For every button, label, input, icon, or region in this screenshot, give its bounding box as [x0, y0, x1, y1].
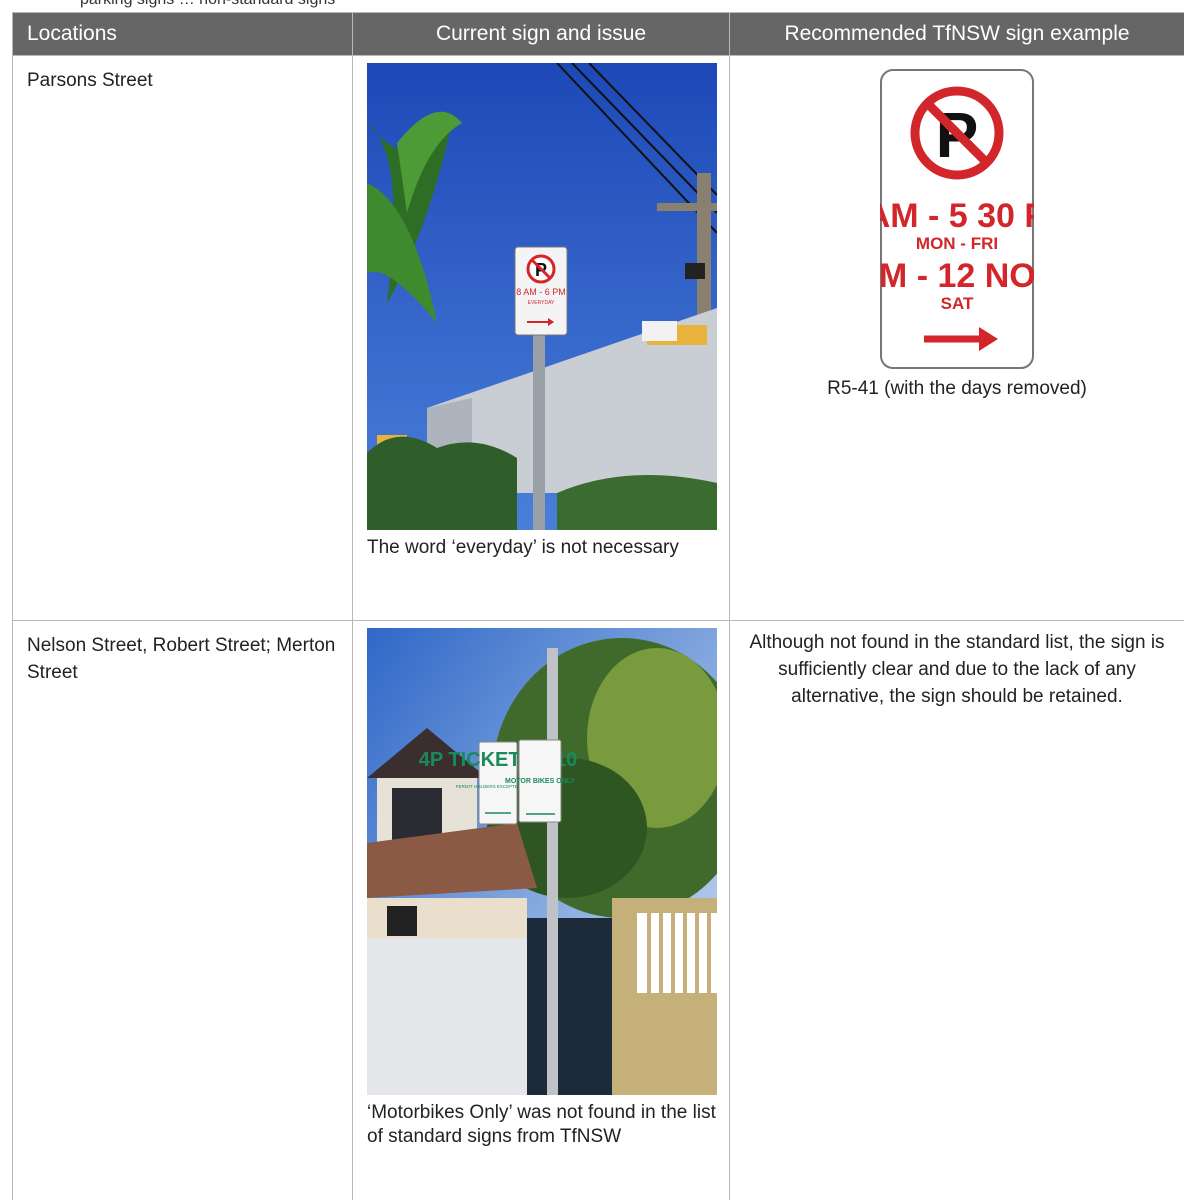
sign-times-text: 8 AM - 6 PM [516, 287, 566, 297]
recommended-sign-caption: R5-41 (with the days removed) [742, 376, 1172, 402]
sign-line-1: 9 AM - 5 30 PM [880, 197, 1034, 235]
location-cell: Nelson Street, Robert Street; Merton Str… [13, 621, 353, 1200]
column-header-recommended-sign: Recommended TfNSW sign example [730, 13, 1184, 56]
cut-off-heading: parking signs … non-standard signs [80, 0, 335, 9]
no-parking-sign-r5-41: P 9 AM - 5 30 PM MON - FRI 9 AM - 12 NOO… [880, 69, 1034, 369]
current-sign-photo: P 8 AM - 6 PM EVERYDAY [367, 63, 717, 530]
table-row: Nelson Street, Robert Street; Merton Str… [13, 621, 1184, 1200]
column-header-current-sign: Current sign and issue [353, 13, 730, 56]
location-cell: Parsons Street [13, 56, 353, 621]
issue-caption: ‘Motorbikes Only’ was not found in the l… [367, 1101, 717, 1149]
sign-line-2: MON - FRI [916, 234, 998, 253]
current-sign-cell: 4P TICKET 8 - 10 PERMIT HOLDERS EXCEPTED… [353, 621, 730, 1200]
table-header-row: Locations Current sign and issue Recomme… [13, 13, 1184, 56]
sign-days-text: EVERYDAY [528, 300, 555, 306]
column-header-locations: Locations [13, 13, 353, 56]
recommendation-text: Although not found in the standard list,… [742, 629, 1172, 710]
sign-line-4: SAT [941, 294, 974, 313]
recommended-sign-cell: Although not found in the standard list,… [730, 621, 1184, 1200]
recommended-sign-cell: P 9 AM - 5 30 PM MON - FRI 9 AM - 12 NOO… [730, 56, 1184, 621]
sign-line-3: 9 AM - 12 NOON [880, 257, 1034, 295]
current-sign-cell: P 8 AM - 6 PM EVERYDAY The word ‘everyda… [353, 56, 730, 621]
sign-motorbikes-text: MOTOR BIKES ONLY [505, 778, 575, 785]
signs-table: Locations Current sign and issue Recomme… [12, 12, 1184, 1200]
table-row: Parsons Street [13, 56, 1184, 621]
issue-caption: The word ‘everyday’ is not necessary [367, 536, 717, 560]
current-sign-photo: 4P TICKET 8 - 10 PERMIT HOLDERS EXCEPTED… [367, 628, 717, 1095]
